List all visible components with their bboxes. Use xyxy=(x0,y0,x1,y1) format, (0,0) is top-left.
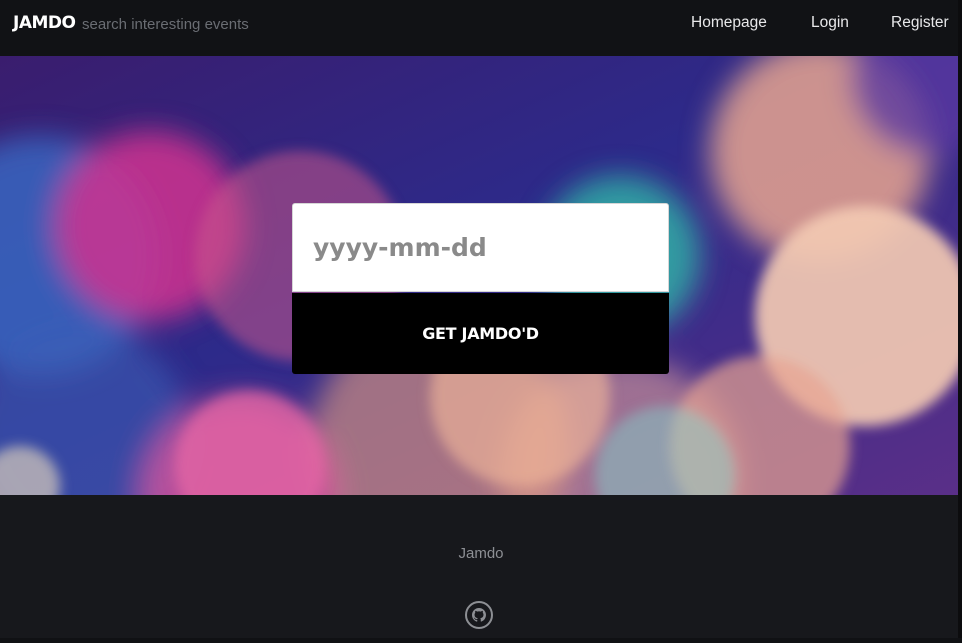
navbar: JAMDO search interesting events Homepage… xyxy=(0,0,962,56)
brand-logo[interactable]: JAMDO xyxy=(13,13,76,33)
nav-register-link[interactable]: Register xyxy=(891,14,949,32)
nav-homepage-link[interactable]: Homepage xyxy=(691,14,767,32)
footer-text: Jamdo xyxy=(458,545,504,562)
brand-tagline: search interesting events xyxy=(82,16,249,33)
hero-section: GET JAMDO'D xyxy=(0,56,962,495)
github-link[interactable] xyxy=(465,601,493,629)
window-edge xyxy=(958,0,962,643)
nav-login-link[interactable]: Login xyxy=(811,14,849,32)
get-jamdod-button[interactable]: GET JAMDO'D xyxy=(292,293,669,374)
footer: Jamdo xyxy=(0,495,962,643)
github-icon xyxy=(472,608,486,622)
date-input[interactable] xyxy=(292,203,669,292)
window-bottom-edge xyxy=(0,638,962,643)
